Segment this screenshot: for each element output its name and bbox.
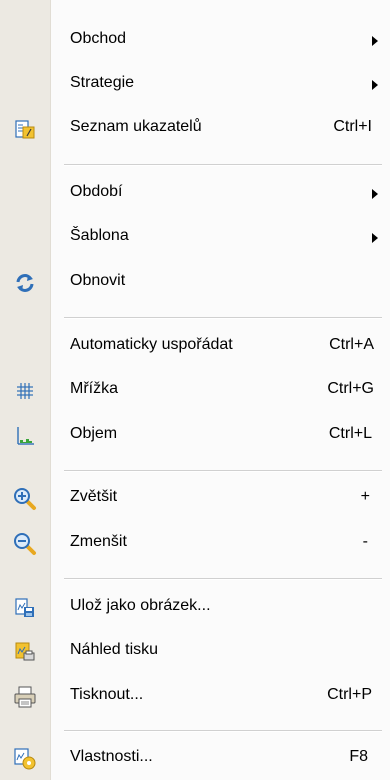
shortcut-label: +: [360, 488, 370, 505]
menu-item-obchod[interactable]: Obchod: [0, 24, 390, 58]
menu-item-label: Šablona: [70, 227, 129, 244]
indicator-list-icon: [12, 116, 38, 142]
shortcut-label: Ctrl+L: [328, 425, 372, 442]
menu-item-label: Období: [70, 183, 123, 200]
menu-item-obdobi[interactable]: Období: [0, 177, 390, 211]
menu-item-strategie[interactable]: Strategie: [0, 68, 390, 102]
shortcut-label: -: [362, 533, 368, 550]
menu-item-zvetsit[interactable]: Zvětšit +: [0, 482, 390, 516]
save-image-icon: [12, 595, 38, 621]
volume-chart-icon: [12, 423, 38, 449]
menu-item-label: Objem: [70, 425, 118, 442]
menu-item-zmensit[interactable]: Zmenšit -: [0, 527, 390, 561]
menu-item-label: Vlastnosti...: [70, 748, 153, 765]
menu-item-nahled-tisku[interactable]: Náhled tisku: [0, 635, 390, 669]
menu-separator: [64, 578, 382, 580]
menu-item-mrizka[interactable]: Mřížka Ctrl+G: [0, 374, 390, 408]
menu-item-label: Obnovit: [70, 272, 126, 289]
menu-item-label: Zmenšit: [70, 533, 127, 550]
menu-item-label: Mřížka: [70, 380, 118, 397]
shortcut-label: Ctrl+A: [329, 336, 374, 353]
menu-item-label: Tisknout...: [70, 686, 144, 703]
menu-item-label: Seznam ukazatelů: [70, 118, 202, 135]
menu-item-label: Automaticky uspořádat: [70, 336, 233, 353]
printer-icon: [12, 684, 38, 710]
refresh-icon: [12, 270, 38, 296]
menu-item-objem[interactable]: Objem Ctrl+L: [0, 419, 390, 453]
zoom-in-icon: [12, 486, 38, 512]
menu-item-label: Obchod: [70, 30, 127, 47]
menu-item-label: Ulož jako obrázek...: [70, 597, 211, 614]
menu-item-automaticky-usporadat[interactable]: Automaticky uspořádat Ctrl+A: [0, 330, 390, 364]
submenu-arrow-icon: [372, 80, 378, 90]
menu-separator: [64, 164, 382, 166]
menu-separator: [64, 317, 382, 319]
menu-item-uloz-jako-obrazek[interactable]: Ulož jako obrázek...: [0, 591, 390, 625]
shortcut-label: F8: [349, 748, 368, 765]
menu-item-seznam-ukazatelu[interactable]: Seznam ukazatelů Ctrl+I: [0, 112, 390, 146]
menu-separator: [64, 730, 382, 732]
shortcut-label: Ctrl+P: [327, 686, 372, 703]
shortcut-label: Ctrl+I: [333, 118, 372, 135]
shortcut-label: Ctrl+G: [327, 380, 374, 397]
menu-item-vlastnosti[interactable]: Vlastnosti... F8: [0, 742, 390, 776]
menu-separator: [64, 470, 382, 472]
menu-item-label: Strategie: [70, 74, 135, 91]
properties-icon: [12, 746, 38, 772]
grid-icon: [12, 378, 38, 404]
zoom-out-icon: [12, 531, 38, 557]
submenu-arrow-icon: [372, 36, 378, 46]
print-preview-icon: [12, 639, 38, 665]
menu-item-label: Náhled tisku: [70, 641, 159, 658]
menu-item-tisknout[interactable]: Tisknout... Ctrl+P: [0, 680, 390, 714]
menu-item-obnovit[interactable]: Obnovit: [0, 266, 390, 300]
submenu-arrow-icon: [372, 233, 378, 243]
context-menu: Obchod Strategie Seznam ukazatelů Ctrl+I…: [0, 0, 390, 780]
menu-item-label: Zvětšit: [70, 488, 118, 505]
submenu-arrow-icon: [372, 189, 378, 199]
menu-item-sablona[interactable]: Šablona: [0, 221, 390, 255]
